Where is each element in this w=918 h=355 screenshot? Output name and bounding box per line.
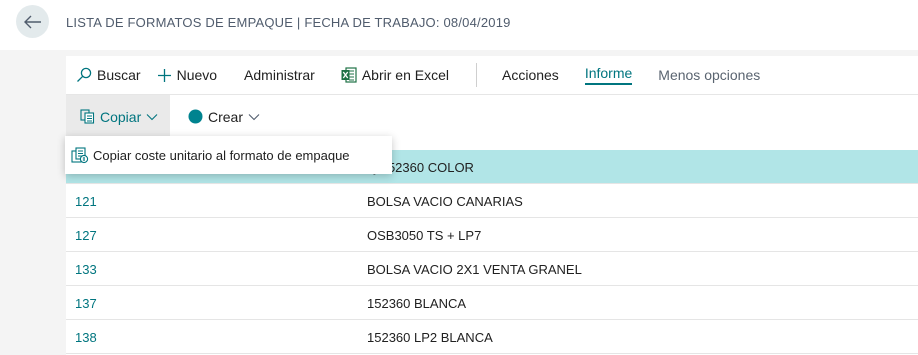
search-button[interactable]: Buscar [76, 56, 141, 94]
table-row[interactable]: 137 152360 BLANCA [66, 286, 918, 320]
action-bar-divider [476, 63, 477, 87]
new-label: Nuevo [176, 67, 218, 83]
open-in-excel-label: Abrir en Excel [361, 67, 449, 83]
table-row[interactable]: 121 BOLSA VACIO CANARIAS [66, 184, 918, 218]
fewer-options-label: Menos opciones [658, 67, 761, 83]
copy-dropdown-menu-item[interactable]: Copiar coste unitario al formato de empa… [65, 136, 392, 174]
report-menu[interactable]: Informe [584, 56, 633, 94]
row-description: OSB3050 TS + LP7 [367, 228, 482, 243]
manage-button[interactable]: Administrar [244, 56, 315, 94]
table-row[interactable]: 133 BOLSA VACIO 2X1 VENTA GRANEL [66, 252, 918, 286]
copy-icon [80, 109, 95, 124]
new-button[interactable]: Nuevo [157, 56, 217, 94]
search-icon [77, 67, 92, 82]
fewer-options-button[interactable]: Menos opciones [658, 56, 760, 94]
copy-cost-label: Copiar coste unitario al formato de empa… [93, 147, 350, 163]
row-code[interactable]: 138 [75, 330, 97, 345]
copy-menu-button[interactable]: Copiar [66, 95, 170, 138]
copy-label: Copiar [100, 108, 142, 125]
back-button[interactable] [16, 5, 49, 38]
action-bar: Buscar Nuevo Administrar Abrir en Excel … [66, 56, 918, 95]
create-dot-icon [188, 109, 203, 124]
page-header: LISTA DE FORMATOS DE EMPAQUE | FECHA DE … [0, 0, 918, 50]
arrow-left-icon [23, 15, 41, 28]
actions-label: Acciones [502, 67, 559, 83]
report-label: Informe [584, 65, 633, 85]
row-description: BOLSA VACIO CANARIAS [367, 194, 523, 209]
row-description: 152360 BLANCA [367, 296, 467, 311]
row-code[interactable]: 137 [75, 296, 97, 311]
row-description: 152360 LP2 BLANCA [367, 330, 493, 345]
row-code[interactable]: 121 [75, 194, 97, 209]
row-code[interactable]: 133 [75, 262, 97, 277]
chevron-down-icon [146, 113, 158, 120]
table-row[interactable]: 138 152360 LP2 BLANCA [66, 320, 918, 354]
manage-label: Administrar [244, 67, 315, 83]
row-code[interactable]: 127 [75, 228, 97, 243]
report-submenu-bar: Copiar Crear [66, 95, 918, 138]
page-title: LISTA DE FORMATOS DE EMPAQUE | FECHA DE … [66, 15, 511, 30]
table-row[interactable]: 127 OSB3050 TS + LP7 [66, 218, 918, 252]
excel-icon [341, 67, 357, 83]
chevron-down-icon [248, 113, 260, 120]
row-description: BOLSA VACIO 2X1 VENTA GRANEL [367, 262, 582, 277]
open-in-excel-button[interactable]: Abrir en Excel [341, 56, 449, 94]
actions-menu[interactable]: Acciones [502, 56, 559, 94]
copy-cost-icon [71, 147, 89, 164]
search-label: Buscar [97, 67, 141, 83]
create-menu-button[interactable]: Crear [170, 95, 260, 138]
create-label: Crear [208, 108, 244, 125]
plus-icon [157, 68, 171, 82]
